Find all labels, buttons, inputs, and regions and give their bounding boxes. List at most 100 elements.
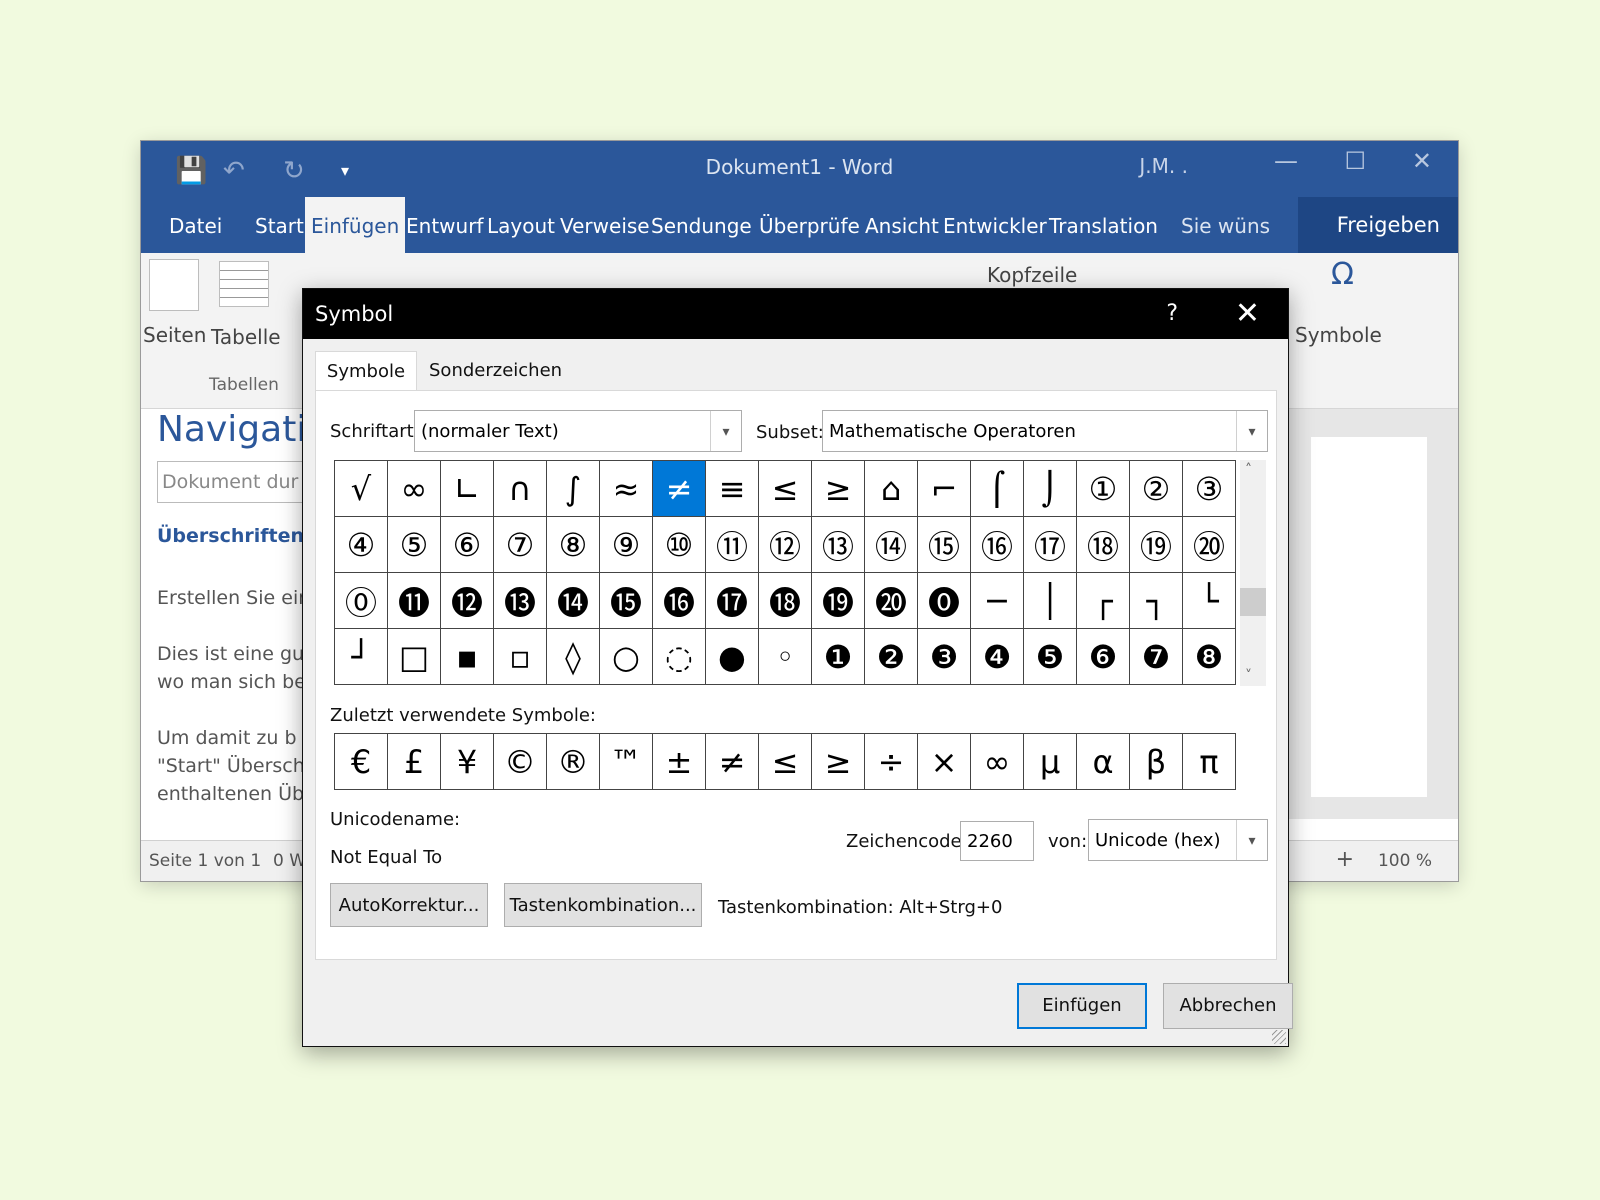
symbol-cell[interactable]: √ <box>335 461 388 517</box>
symbol-cell[interactable]: ❻ <box>1077 629 1130 685</box>
symbol-grid-scrollbar[interactable]: ˄ ˅ <box>1240 460 1266 686</box>
scrollbar-thumb[interactable] <box>1240 588 1266 616</box>
symbol-cell[interactable]: ┌ <box>1077 573 1130 629</box>
recent-symbol-cell[interactable]: α <box>1077 734 1130 790</box>
scroll-down-icon[interactable]: ˅ <box>1245 668 1252 684</box>
minimize-icon[interactable]: — <box>1274 147 1298 175</box>
symbol-cell[interactable]: ⌂ <box>865 461 918 517</box>
symbol-cell[interactable]: ⑫ <box>759 517 812 573</box>
symbol-cell[interactable]: ≠ <box>653 461 706 517</box>
symbol-cell[interactable]: ⑦ <box>494 517 547 573</box>
cancel-button[interactable]: Abbrechen <box>1163 983 1293 1029</box>
recent-symbol-cell[interactable]: ® <box>547 734 600 790</box>
tab-einfuegen[interactable]: Einfügen <box>305 197 406 253</box>
recent-symbol-cell[interactable]: ∞ <box>971 734 1024 790</box>
tell-me-search[interactable]: Sie wüns <box>1181 197 1270 253</box>
symbol-cell[interactable]: ❽ <box>1183 629 1236 685</box>
symbol-cell[interactable]: ◦ <box>759 629 812 685</box>
symbol-cell[interactable]: ⑥ <box>441 517 494 573</box>
symbol-cell[interactable]: ⓴ <box>865 573 918 629</box>
recent-symbol-cell[interactable]: × <box>918 734 971 790</box>
symbol-cell[interactable]: ⌡ <box>1024 461 1077 517</box>
symbol-cell[interactable]: ⑩ <box>653 517 706 573</box>
subset-select[interactable]: Mathematische Operatoren ▾ <box>822 410 1268 452</box>
symbol-cell[interactable]: ⓰ <box>653 573 706 629</box>
recent-symbol-cell[interactable]: £ <box>388 734 441 790</box>
tab-datei[interactable]: Datei <box>169 197 222 253</box>
tab-layout[interactable]: Layout <box>487 197 555 253</box>
nav-headings-link[interactable]: Überschriften <box>157 525 304 547</box>
symbol-cell[interactable]: │ <box>1024 573 1077 629</box>
symbol-cell[interactable]: ⓱ <box>706 573 759 629</box>
close-icon[interactable]: ✕ <box>1235 289 1260 339</box>
symbol-cell[interactable]: ⑧ <box>547 517 600 573</box>
symbol-cell[interactable]: ⌐ <box>918 461 971 517</box>
symbol-cell[interactable]: ❸ <box>918 629 971 685</box>
tab-start[interactable]: Start <box>255 197 304 253</box>
document-page[interactable] <box>1311 437 1427 797</box>
pages-icon[interactable] <box>149 259 199 311</box>
omega-icon[interactable]: Ω <box>1331 257 1354 292</box>
table-icon[interactable] <box>219 261 269 307</box>
scroll-up-icon[interactable]: ˄ <box>1245 462 1252 478</box>
symbol-cell[interactable]: ● <box>706 629 759 685</box>
tab-ansicht[interactable]: Ansicht <box>865 197 939 253</box>
symbol-cell[interactable]: ⓮ <box>547 573 600 629</box>
page-count[interactable]: Seite 1 von 1 <box>149 851 261 871</box>
from-select[interactable]: Unicode (hex) ▾ <box>1088 819 1268 861</box>
help-icon[interactable]: ? <box>1166 289 1178 339</box>
symbol-cell[interactable]: ⑯ <box>971 517 1024 573</box>
symbol-cell[interactable]: ▫ <box>494 629 547 685</box>
symbol-cell[interactable]: ⓭ <box>494 573 547 629</box>
symbol-cell[interactable]: ⓫ <box>388 573 441 629</box>
symbol-cell[interactable]: ∞ <box>388 461 441 517</box>
symbol-cell[interactable]: ⓿ <box>918 573 971 629</box>
symbol-cell[interactable]: ◌ <box>653 629 706 685</box>
tab-entwurf[interactable]: Entwurf <box>406 197 483 253</box>
symbol-cell[interactable]: ① <box>1077 461 1130 517</box>
shortcut-key-button[interactable]: Tastenkombination... <box>504 883 702 927</box>
symbol-cell[interactable]: ⑭ <box>865 517 918 573</box>
user-name[interactable]: J.M. . <box>1139 154 1188 178</box>
tab-sendungen[interactable]: Sendunge <box>651 197 752 253</box>
symbol-cell[interactable]: ⑱ <box>1077 517 1130 573</box>
symbol-cell[interactable]: ○ <box>600 629 653 685</box>
chevron-down-icon[interactable]: ▾ <box>710 411 741 451</box>
recent-symbol-cell[interactable]: µ <box>1024 734 1077 790</box>
header-button[interactable]: Kopfzeile <box>987 263 1077 287</box>
symbol-cell[interactable]: ❺ <box>1024 629 1077 685</box>
symbol-cell[interactable]: ∟ <box>441 461 494 517</box>
symbol-cell[interactable]: ④ <box>335 517 388 573</box>
symbol-cell[interactable]: ⌠ <box>971 461 1024 517</box>
symbol-cell[interactable]: ❷ <box>865 629 918 685</box>
resize-grip-icon[interactable] <box>1272 1030 1286 1044</box>
symbol-cell[interactable]: ③ <box>1183 461 1236 517</box>
symbol-cell[interactable]: └ <box>1183 573 1236 629</box>
symbol-cell[interactable]: ⓪ <box>335 573 388 629</box>
recent-symbol-cell[interactable]: ± <box>653 734 706 790</box>
symbol-cell[interactable]: ⑰ <box>1024 517 1077 573</box>
symbol-cell[interactable]: ⑲ <box>1130 517 1183 573</box>
recent-symbol-cell[interactable]: € <box>335 734 388 790</box>
symbol-cell[interactable]: ≤ <box>759 461 812 517</box>
symbol-cell[interactable]: ⑪ <box>706 517 759 573</box>
symbol-cell[interactable]: ≈ <box>600 461 653 517</box>
share-button[interactable]: Freigeben <box>1298 197 1458 253</box>
recent-symbol-cell[interactable]: © <box>494 734 547 790</box>
symbol-cell[interactable]: ∫ <box>547 461 600 517</box>
symbol-cell[interactable]: ┘ <box>335 629 388 685</box>
symbols-button-label[interactable]: Symbole <box>1295 323 1382 347</box>
tab-special-characters[interactable]: Sonderzeichen <box>429 351 562 391</box>
tab-verweise[interactable]: Verweise <box>560 197 650 253</box>
symbol-cell[interactable]: ⓳ <box>812 573 865 629</box>
table-button-label[interactable]: Tabelle <box>211 325 281 349</box>
tab-symbols[interactable]: Symbole <box>315 351 417 392</box>
symbol-cell[interactable]: ▪ <box>441 629 494 685</box>
maximize-icon[interactable]: ☐ <box>1344 147 1366 175</box>
symbol-cell[interactable]: ⑳ <box>1183 517 1236 573</box>
insert-button[interactable]: Einfügen <box>1017 983 1147 1029</box>
symbol-cell[interactable]: ◊ <box>547 629 600 685</box>
symbol-cell[interactable]: ⑤ <box>388 517 441 573</box>
symbol-cell[interactable]: ② <box>1130 461 1183 517</box>
chevron-down-icon[interactable]: ▾ <box>1236 411 1267 451</box>
